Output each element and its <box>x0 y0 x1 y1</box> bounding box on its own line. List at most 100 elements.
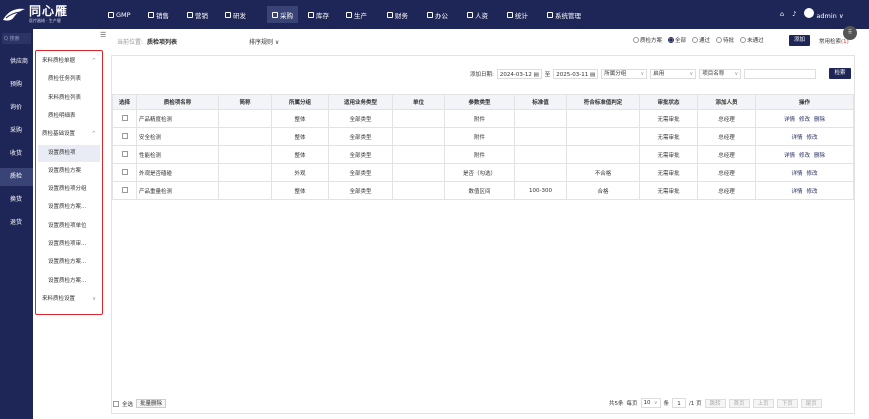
submenu-item-6[interactable]: 设置质检方案 <box>38 163 100 180</box>
select-cell <box>112 109 137 128</box>
nav-item-1[interactable]: 销售 <box>148 9 169 21</box>
collapse-icon[interactable]: ☰ <box>100 31 106 39</box>
submenu-item-12[interactable]: 设置质检方案... <box>38 273 100 290</box>
search-button[interactable]: 检索 <box>829 68 851 79</box>
submenu-item-11[interactable]: 设置质检方案... <box>38 254 100 271</box>
submenu-item-3[interactable]: 质检明细表 <box>38 108 100 125</box>
submenu-item-5[interactable]: 设置质检项 <box>38 144 100 162</box>
nav-item-9[interactable]: 人资 <box>467 9 488 21</box>
sidebar-item-1[interactable]: 预购 <box>0 76 33 94</box>
nav-item-5[interactable]: 库存 <box>308 9 329 21</box>
action-link-2[interactable]: 删除 <box>814 153 825 159</box>
cell-status: 无需审批 <box>639 109 698 128</box>
row-checkbox[interactable] <box>121 115 128 122</box>
nav-item-2[interactable]: 营销 <box>187 9 208 21</box>
date-from-value: 2024-03-12 <box>499 71 532 78</box>
radio-option-4[interactable]: 未通过 <box>740 36 764 44</box>
nav-item-3[interactable]: 研发 <box>225 9 246 21</box>
cell-unit <box>392 181 445 200</box>
batch-delete-button[interactable]: 批量删除 <box>136 399 167 408</box>
cell-std: 100-300 <box>514 181 567 200</box>
home-icon[interactable]: ⌂ <box>780 10 784 18</box>
brand-logo[interactable]: 同心雁 医疗器械 · 生产健 <box>2 2 82 27</box>
bell-icon[interactable]: ♪ <box>792 10 796 18</box>
row-checkbox[interactable] <box>121 151 128 158</box>
add-button[interactable]: 添加 <box>789 35 810 46</box>
action-link-1[interactable]: 修改 <box>799 153 810 159</box>
submenu-item-9[interactable]: 设置质检项单位 <box>38 218 100 235</box>
nav-label: 采购 <box>280 11 293 20</box>
submenu-item-0[interactable]: 来料质检单据 ^ <box>38 53 100 70</box>
select-all-checkbox[interactable] <box>113 400 119 407</box>
submenu-item-8[interactable]: 设置质检方案... <box>38 199 100 216</box>
submenu-item-13[interactable]: 来料质检设置 ∨ <box>38 291 100 308</box>
nav-item-4[interactable]: 采购 <box>267 6 298 23</box>
submenu-item-2[interactable]: 来料质检列表 <box>38 90 100 107</box>
per-page-select[interactable]: 10 ∨ <box>640 398 661 408</box>
nav-item-0[interactable]: GMP <box>108 9 131 21</box>
submenu-item-10[interactable]: 设置质检项审... <box>38 236 100 253</box>
row-checkbox[interactable] <box>121 133 128 140</box>
table-row: 性能检测 整体 全部类型 附件 无需审批 总经理 详情 修改 删除 <box>112 145 854 164</box>
action-link-0[interactable]: 详情 <box>784 153 795 159</box>
jump-button[interactable]: 跳转 <box>704 398 726 408</box>
sidebar-item-3[interactable]: 采购 <box>0 122 33 140</box>
nav-item-8[interactable]: 办公 <box>427 9 448 21</box>
nav-item-11[interactable]: 系统管理 <box>547 9 581 21</box>
user-menu[interactable]: admin ∨ <box>804 8 844 20</box>
nav-icon <box>346 12 352 18</box>
radio-option-0[interactable]: 质检方案 <box>633 36 662 44</box>
next-page-button[interactable]: 下页 <box>776 398 798 408</box>
prev-page-button[interactable]: 上页 <box>752 398 774 408</box>
radio-option-1[interactable]: 全部 <box>668 36 686 44</box>
action-link-0[interactable]: 详情 <box>791 171 802 177</box>
sidebar-item-0[interactable]: 供应商 <box>0 53 33 71</box>
action-link-1[interactable]: 修改 <box>807 135 818 141</box>
radio-option-3[interactable]: 待批 <box>716 36 734 44</box>
nav-item-6[interactable]: 生产 <box>346 9 367 21</box>
sidebar-item-2[interactable]: 询价 <box>0 99 33 117</box>
apply-select[interactable]: 启用 ∨ <box>650 68 697 79</box>
cell-group: 外观 <box>271 163 329 182</box>
sort-rule-dropdown[interactable]: 排序规则 ∨ <box>249 37 279 46</box>
action-link-0[interactable]: 详情 <box>791 189 802 195</box>
search-input[interactable] <box>744 68 817 79</box>
grid-icon[interactable]: ⠿ <box>843 26 857 40</box>
date-from-input[interactable]: 2024-03-12 ▤ <box>496 68 542 79</box>
submenu-item-1[interactable]: 质检任务列表 <box>38 71 100 88</box>
logo-icon <box>3 8 25 21</box>
submenu-label: 设置质检项单位 <box>48 222 87 229</box>
row-checkbox[interactable] <box>121 187 128 194</box>
item-name-select[interactable]: 项目名称 ∨ <box>699 68 742 79</box>
sidebar-item-6[interactable]: 换货 <box>0 191 33 209</box>
cell-unit <box>392 127 445 146</box>
nav-icon <box>507 12 513 18</box>
group-select[interactable]: 所属分组 ∨ <box>601 68 648 79</box>
action-link-0[interactable]: 详情 <box>784 117 795 123</box>
cell-ptype: 附件 <box>444 127 515 146</box>
radio-label: 未通过 <box>747 38 764 44</box>
action-link-0[interactable]: 详情 <box>791 135 802 141</box>
action-link-1[interactable]: 修改 <box>807 189 818 195</box>
first-page-button[interactable]: 首页 <box>728 398 750 408</box>
radio-label: 全部 <box>675 38 687 44</box>
action-link-1[interactable]: 修改 <box>799 117 810 123</box>
submenu-item-7[interactable]: 设置质检项分组 <box>38 181 100 198</box>
cell-judge: 合格 <box>566 181 640 200</box>
page-input[interactable]: 1 <box>672 398 687 408</box>
radio-option-2[interactable]: 通过 <box>692 36 710 44</box>
submenu-item-4[interactable]: 质检基础设置 ^ <box>38 126 100 143</box>
cell-abbr <box>218 181 272 200</box>
row-checkbox[interactable] <box>121 169 128 176</box>
nav-item-7[interactable]: 财务 <box>387 9 408 21</box>
date-to-input[interactable]: 2025-03-11 ▤ <box>553 68 599 79</box>
sidebar-search-input[interactable]: Q 搜索 <box>2 33 31 44</box>
action-link-1[interactable]: 修改 <box>807 171 818 177</box>
last-page-button[interactable]: 尾页 <box>800 398 822 408</box>
nav-item-10[interactable]: 统计 <box>507 9 528 21</box>
sidebar-item-7[interactable]: 退货 <box>0 214 33 232</box>
action-link-2[interactable]: 删除 <box>814 117 825 123</box>
cell-judge <box>566 109 640 128</box>
sidebar-item-5[interactable]: 质检 <box>0 168 33 186</box>
sidebar-item-4[interactable]: 收货 <box>0 145 33 163</box>
